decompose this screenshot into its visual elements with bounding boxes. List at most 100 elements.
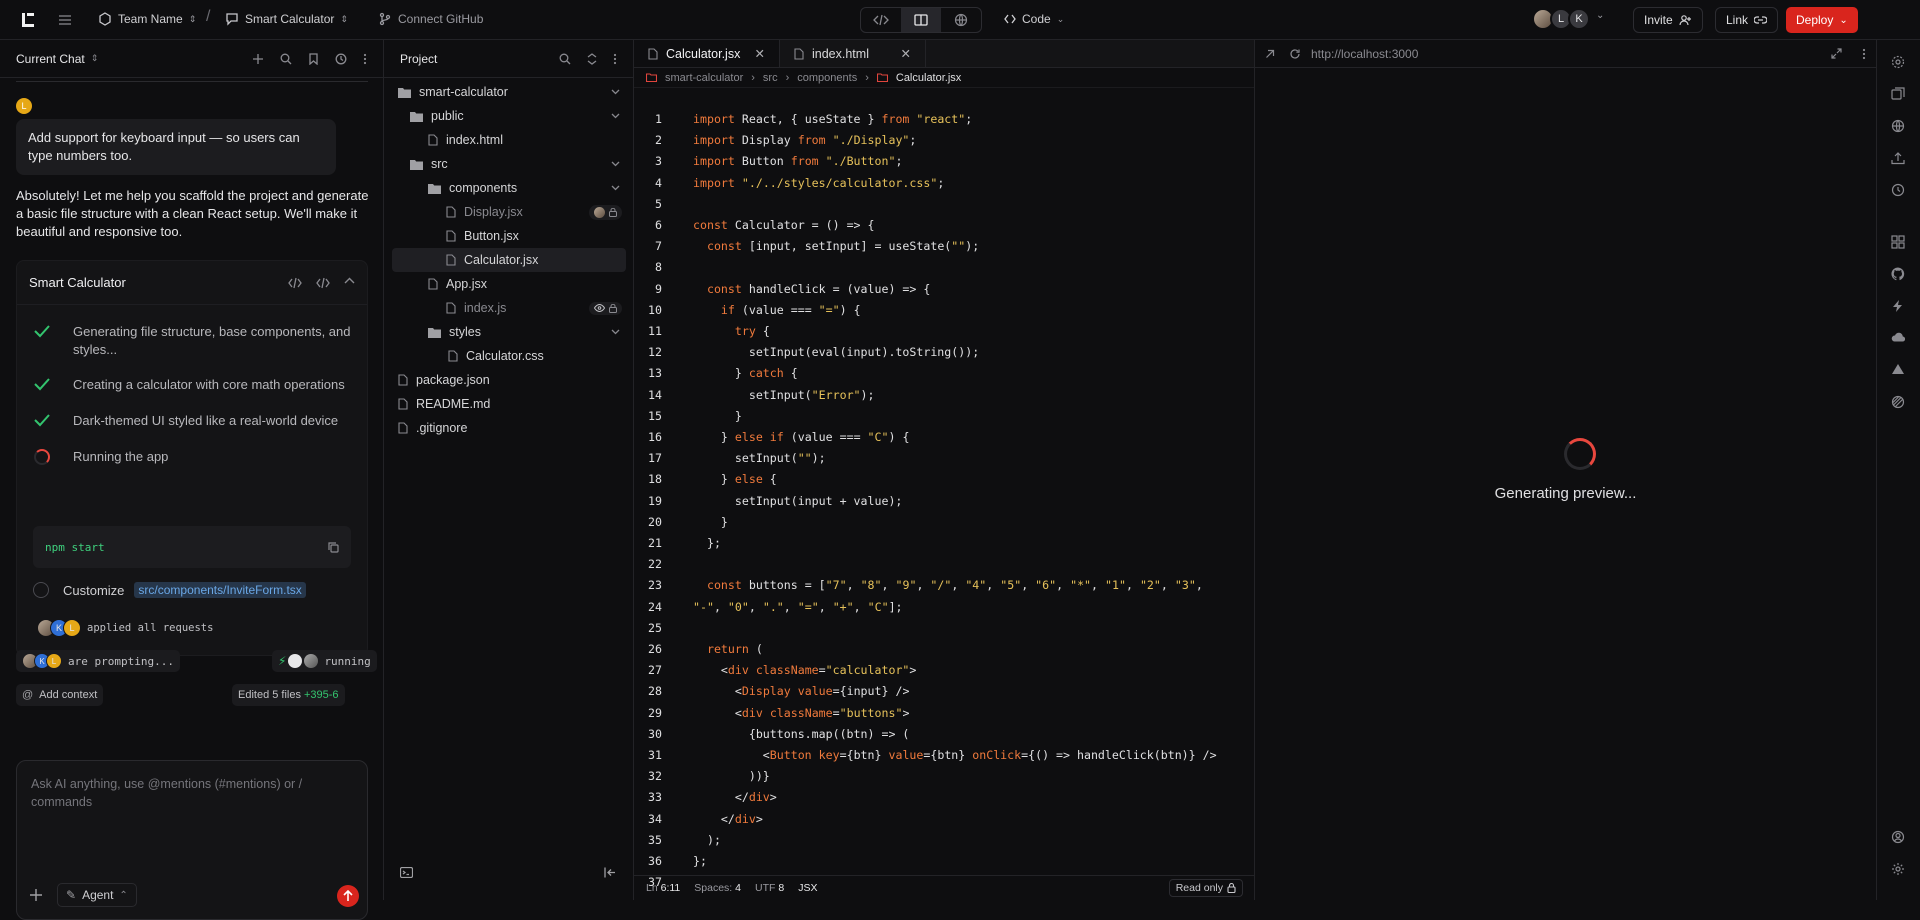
send-button[interactable] [337, 885, 359, 907]
breadcrumb-item[interactable]: smart-calculator [665, 72, 743, 84]
external-link-icon[interactable] [1265, 49, 1275, 59]
tree-folder[interactable]: styles [392, 320, 626, 344]
tree-item-label: index.js [464, 301, 507, 315]
link-button[interactable]: Link [1715, 7, 1779, 33]
preview-panel: http://localhost:3000 Generating preview… [1255, 40, 1876, 900]
tree-item-label: package.json [416, 373, 490, 387]
expand-icon[interactable] [1831, 47, 1842, 60]
triangle-icon[interactable] [1891, 363, 1905, 375]
tree-folder[interactable]: smart-calculator [392, 80, 626, 104]
close-icon[interactable]: ✕ [755, 46, 765, 61]
apps-icon[interactable] [1891, 235, 1905, 249]
check-icon [33, 377, 51, 394]
chat-header-title[interactable]: Current Chat [16, 52, 85, 66]
bolt-icon[interactable] [1891, 299, 1905, 313]
close-icon[interactable]: ✕ [901, 46, 911, 61]
more-vertical-icon[interactable] [1862, 48, 1866, 60]
breadcrumb-item[interactable]: Calculator.jsx [896, 72, 961, 84]
tree-file[interactable]: App.jsx [392, 272, 626, 296]
file-path-chip[interactable]: src/components/InviteForm.tsx [134, 582, 306, 598]
add-context-button[interactable]: @ Add context [16, 684, 104, 706]
cloud-icon[interactable] [1891, 331, 1905, 343]
tree-item-label: index.html [446, 133, 503, 147]
invite-button[interactable]: Invite [1633, 7, 1703, 33]
app-logo[interactable] [20, 12, 36, 28]
edited-files-chip[interactable]: Edited 5 files +395-6 [232, 684, 345, 706]
more-vertical-icon[interactable] [613, 53, 617, 65]
preview-url[interactable]: http://localhost:3000 [1311, 47, 1418, 61]
connect-github-label: Connect GitHub [398, 12, 484, 26]
settings-icon[interactable] [1891, 55, 1905, 69]
terminal-icon[interactable] [400, 867, 413, 878]
tree-folder[interactable]: components [392, 176, 626, 200]
gear-icon[interactable] [1891, 862, 1905, 876]
deploy-button[interactable]: Deploy ⌄ [1786, 7, 1858, 33]
user-icon[interactable] [1891, 830, 1905, 844]
add-context-label: Add context [39, 689, 98, 701]
split-view-icon[interactable] [901, 8, 941, 32]
tree-file[interactable]: Calculator.css [392, 344, 626, 368]
prompting-text: are prompting... [68, 654, 174, 668]
plus-icon[interactable] [252, 53, 264, 65]
collaborator-avatars[interactable]: L K ⌄ [1532, 8, 1604, 30]
customize-label: Customize [63, 582, 125, 598]
file-icon [448, 350, 458, 362]
tab-calculator-jsx[interactable]: Calculator.jsx ✕ [634, 40, 780, 67]
line-number: 8 [655, 260, 662, 275]
tree-file[interactable]: package.json [392, 368, 626, 392]
code-icon[interactable] [288, 277, 302, 289]
search-icon[interactable] [280, 53, 292, 65]
tree-file[interactable]: README.md [392, 392, 626, 416]
tree-file[interactable]: index.html [392, 128, 626, 152]
file-icon [648, 47, 658, 60]
collapse-panel-icon[interactable] [604, 867, 617, 878]
chevron-up-icon[interactable] [344, 277, 355, 289]
task-step: Generating file structure, base componen… [33, 323, 353, 359]
chevron-right-icon: › [865, 71, 869, 84]
tree-file[interactable]: Button.jsx [392, 224, 626, 248]
tree-file[interactable]: index.js [392, 296, 626, 320]
globe-icon[interactable] [941, 8, 981, 32]
tree-file[interactable]: Calculator.jsx [392, 248, 626, 272]
mode-dropdown[interactable]: Code ⌄ [1004, 12, 1064, 26]
language-mode[interactable]: JSX [798, 882, 817, 894]
menu-icon[interactable] [58, 13, 72, 27]
copy-icon[interactable] [328, 541, 339, 553]
line-number: 3 [655, 154, 662, 169]
sphere-icon[interactable] [1891, 395, 1905, 409]
team-switcher[interactable]: Team Name ⇕ [98, 12, 196, 26]
refresh-icon[interactable] [1289, 48, 1301, 60]
agent-dropdown[interactable]: ✎ Agent ⌃ [57, 883, 137, 907]
tree-file[interactable]: Display.jsx [392, 200, 626, 224]
chevron-down-icon: ⌄ [1056, 13, 1065, 24]
chevron-updown-icon: ⇕ [90, 53, 99, 63]
layers-icon[interactable] [1891, 87, 1905, 101]
tree-folder[interactable]: src [392, 152, 626, 176]
project-switcher[interactable]: Smart Calculator ⇕ [225, 12, 348, 26]
project-name: Smart Calculator [245, 12, 335, 26]
code-line: import "./../styles/calculator.css"; [693, 175, 945, 190]
search-icon[interactable] [559, 53, 571, 65]
line-number: 33 [648, 790, 662, 805]
tab-index-html[interactable]: index.html ✕ [780, 40, 926, 67]
github-icon[interactable] [1891, 267, 1905, 281]
tree-folder[interactable]: public [392, 104, 626, 128]
bookmark-icon[interactable] [308, 52, 319, 65]
code-view-icon[interactable] [861, 8, 901, 32]
tree-file[interactable]: .gitignore [392, 416, 626, 440]
upload-icon[interactable] [1891, 151, 1905, 165]
chat-composer[interactable]: Ask AI anything, use @mentions (#mention… [16, 760, 368, 920]
history-icon[interactable] [335, 53, 347, 65]
task-step: Running the app [33, 448, 353, 466]
more-vertical-icon[interactable] [363, 53, 367, 65]
globe-icon[interactable] [1891, 119, 1905, 133]
collapse-icon[interactable] [587, 52, 597, 65]
breadcrumb-item[interactable]: src [763, 72, 778, 84]
clock-icon[interactable] [1891, 183, 1905, 197]
encoding: UTF 8 [755, 882, 784, 894]
connect-github-button[interactable]: Connect GitHub [378, 12, 483, 26]
breadcrumb-item[interactable]: components [797, 72, 857, 84]
prompting-status: K L are prompting... [16, 650, 180, 672]
folder-icon [410, 159, 423, 170]
code-icon[interactable] [316, 277, 330, 289]
